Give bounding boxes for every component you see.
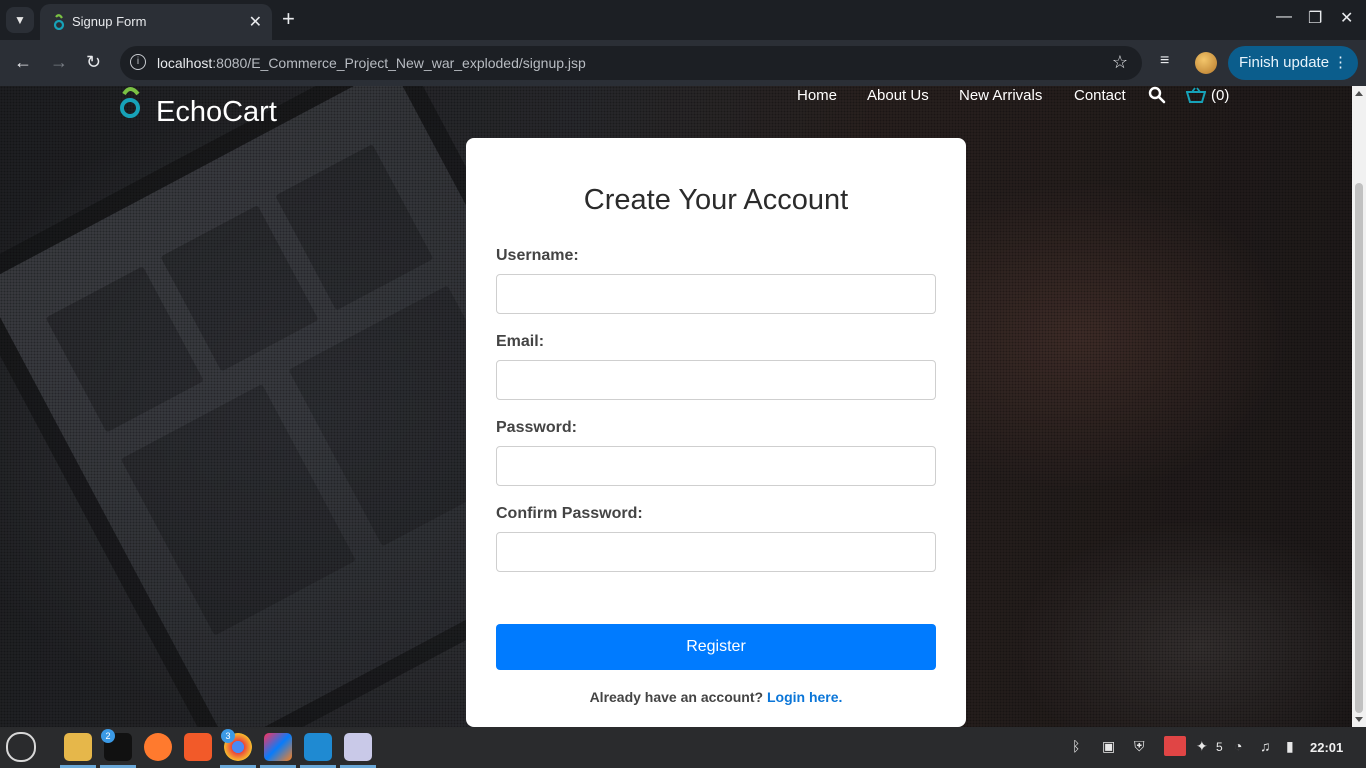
shield-icon[interactable]: ⛨ — [1134, 738, 1145, 755]
login-prompt-text: Already have an account? — [589, 689, 764, 705]
cart-icon[interactable] — [1186, 87, 1206, 105]
page-viewport: EchoCart Home About Us New Arrivals Cont… — [0, 86, 1352, 727]
email-input[interactable] — [496, 360, 936, 400]
chrome-badge: 3 — [221, 729, 235, 743]
url-text[interactable]: localhost:8080/E_Commerce_Project_New_wa… — [157, 55, 586, 71]
scroll-up-arrow-icon[interactable] — [1355, 91, 1363, 96]
bookmark-star-icon[interactable]: ☆ — [1112, 52, 1128, 73]
text-editor-icon[interactable] — [344, 733, 372, 761]
form-title: Create Your Account — [583, 184, 849, 216]
url-host: localhost — [157, 55, 213, 71]
nav-new-arrivals[interactable]: New Arrivals — [959, 87, 1042, 104]
password-label: Password: — [496, 419, 577, 436]
window-close-icon[interactable]: ✕ — [1340, 8, 1353, 28]
forward-arrow-icon[interactable]: → — [50, 52, 68, 73]
confirm-password-input[interactable] — [496, 532, 936, 572]
finish-update-button[interactable]: Finish update ⋮ — [1228, 46, 1358, 80]
password-input[interactable] — [496, 446, 936, 486]
url-path: :8080/E_Commerce_Project_New_war_explode… — [212, 55, 586, 71]
battery-icon[interactable]: ▮ — [1286, 738, 1294, 755]
signup-form-card: Create Your Account Username: Email: Pas… — [466, 138, 966, 727]
site-info-icon[interactable]: i — [130, 54, 146, 70]
address-bar[interactable]: i localhost:8080/E_Commerce_Project_New_… — [120, 46, 1142, 80]
tab-close-icon[interactable]: ✕ — [249, 12, 262, 32]
search-icon[interactable] — [1148, 86, 1166, 104]
login-prompt: Already have an account? Login here. — [466, 689, 966, 705]
browser-toolbar: ← → ↻ i localhost:8080/E_Commerce_Projec… — [0, 40, 1366, 86]
brave-icon[interactable] — [184, 733, 212, 761]
username-input[interactable] — [496, 274, 936, 314]
nav-about-us[interactable]: About Us — [867, 87, 929, 104]
nav-contact[interactable]: Contact — [1074, 87, 1126, 104]
login-link[interactable]: Login here. — [767, 689, 842, 705]
nav-home[interactable]: Home — [797, 87, 837, 104]
back-arrow-icon[interactable]: ← — [14, 52, 32, 73]
os-taskbar: 2 3 ᛒ ▣ ⛨ ✦ 5 ◔ ♫ ▮ 22:01 — [0, 727, 1366, 768]
echocart-logo-icon — [120, 87, 140, 118]
scrollbar-thumb[interactable] — [1355, 183, 1363, 713]
clipboard-icon[interactable]: ▣ — [1102, 738, 1115, 755]
brand-name: EchoCart — [156, 96, 277, 128]
confirm-password-label: Confirm Password: — [496, 505, 643, 522]
reload-icon[interactable]: ↻ — [86, 52, 101, 73]
register-button[interactable]: Register — [496, 624, 936, 670]
anydesk-icon[interactable] — [1164, 736, 1186, 756]
page-scrollbar[interactable] — [1352, 86, 1366, 727]
username-label: Username: — [496, 247, 579, 264]
maximize-icon[interactable]: ❐ — [1308, 8, 1322, 28]
files-folder-icon[interactable] — [64, 733, 92, 761]
cart-count[interactable]: (0) — [1211, 87, 1229, 104]
clock[interactable]: 22:01 — [1310, 740, 1343, 755]
media-queue-icon[interactable]: ≡ — [1160, 52, 1169, 70]
finish-update-label: Finish update — [1239, 54, 1330, 71]
scroll-down-arrow-icon[interactable] — [1355, 717, 1363, 722]
email-label: Email: — [496, 333, 545, 350]
profile-avatar[interactable] — [1195, 52, 1217, 74]
notifications-icon[interactable]: ✦ — [1196, 738, 1208, 755]
new-tab-icon[interactable]: + — [282, 6, 295, 32]
wifi-icon[interactable]: ◔ — [1234, 738, 1242, 754]
terminal-badge: 2 — [101, 729, 115, 743]
bluetooth-icon[interactable]: ᛒ — [1072, 738, 1080, 754]
minimize-icon[interactable]: — — [1276, 8, 1292, 26]
echocart-favicon-icon — [53, 14, 65, 30]
intellij-icon[interactable] — [264, 733, 292, 761]
sound-icon[interactable]: ♫ — [1260, 738, 1271, 754]
firefox-icon[interactable] — [144, 733, 172, 761]
vscode-icon[interactable] — [304, 733, 332, 761]
notifications-count: 5 — [1216, 740, 1223, 754]
tab-title: Signup Form — [72, 14, 147, 29]
mint-menu-icon[interactable] — [6, 732, 36, 762]
tab-search-button[interactable]: ▼ — [6, 7, 34, 33]
tab-signup-form[interactable]: Signup Form ✕ — [40, 4, 272, 40]
browser-tabbar: ▼ Signup Form ✕ + — ❐ ✕ — [0, 0, 1366, 40]
more-menu-icon[interactable]: ⋮ — [1333, 46, 1348, 80]
